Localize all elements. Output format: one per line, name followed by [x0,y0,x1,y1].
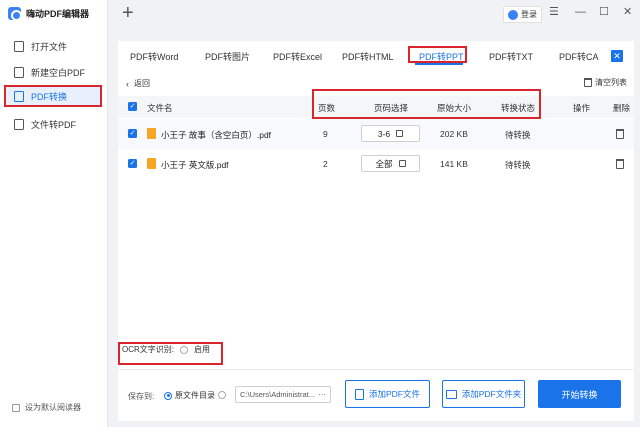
file-size: 202 KB [440,129,468,139]
tab-pdf-to-word[interactable]: PDF转Word [130,50,178,63]
edit-icon [396,130,404,137]
image-file-icon [14,66,24,78]
minimize-icon[interactable]: — [575,6,586,18]
clear-list-button[interactable]: 清空列表 [584,77,627,88]
delete-icon[interactable] [616,129,624,139]
app-title: 嗨动PDF编辑器 [26,9,90,19]
page-range-selector[interactable]: 3-6 [361,125,420,142]
close-icon[interactable]: ✕ [611,50,623,62]
back-button[interactable]: ‹ 返回 [126,78,150,89]
app-logo-icon [8,7,22,21]
add-pdf-folder-button[interactable]: 添加PDF文件夹 [442,380,525,408]
output-bar: 保存到: 原文件目录 C:\Users\Administrat... ··· 添… [118,369,634,421]
ocr-enable-radio[interactable] [180,345,188,354]
start-conversion-label: 开始转换 [561,389,598,400]
save-to-label: 保存到: [128,392,155,401]
sidebar-item-open-file[interactable]: 打开文件 [6,36,102,56]
maximize-icon[interactable]: ☐ [599,6,609,18]
convert-file-icon [14,90,24,102]
menu-icon[interactable]: ☰ [549,6,559,18]
page-range-value: 3-6 [377,128,391,139]
page-count: 9 [323,129,328,139]
add-pdf-folder-label: 添加PDF文件夹 [461,389,522,399]
conversion-status: 待转换 [505,130,531,140]
app-logo: 嗨动PDF编辑器 [8,7,90,21]
column-header-filename: 文件名 [147,103,173,113]
page-range-value: 全部 [375,158,393,169]
pdf-file-icon [147,158,156,169]
default-reader-checkbox[interactable] [12,403,20,412]
folder-open-icon [14,40,24,52]
sidebar: 嗨动PDF编辑器 打开文件 新建空白PDF PDF转换 文件转PDF 设为默认阅… [0,0,108,427]
source-dir-label: 原文件目录 [175,391,215,400]
back-label: 返回 [134,79,150,88]
browse-icon[interactable]: ··· [318,390,326,399]
table-header: ✓ 文件名 页数 页码选择 原始大小 转换状态 操作 删除 [118,96,634,118]
user-icon [508,9,518,20]
clear-list-label: 清空列表 [595,78,627,87]
output-path-value: C:\Users\Administrat... [240,390,316,399]
start-conversion-button[interactable]: 开始转换 [538,380,621,408]
file-name: 小王子 故事（含空白页）.pdf [161,130,272,140]
column-header-original-size: 原始大小 [437,103,472,113]
source-dir-option[interactable]: 原文件目录 [164,390,215,401]
chevron-left-icon: ‹ [126,78,129,89]
column-header-status: 转换状态 [501,103,536,113]
pdf-file-icon [147,128,156,139]
sidebar-item-new-blank-pdf[interactable]: 新建空白PDF [6,62,102,82]
conversion-panel: PDF转Word PDF转图片 PDF转Excel PDF转HTML PDF转P… [118,41,634,421]
file-convert-icon [14,118,24,130]
column-header-actions: 操作 [573,103,591,113]
tab-pdf-to-html[interactable]: PDF转HTML [342,50,394,63]
output-path-field[interactable]: C:\Users\Administrat... ··· [235,386,331,403]
default-reader-option[interactable]: 设为默认阅读器 [12,402,81,413]
row-checkbox[interactable]: ✓ [128,129,137,138]
trash-icon [584,78,592,87]
new-tab-plus-icon[interactable]: + [122,3,134,23]
active-tab-underline [415,63,463,65]
sidebar-item-file-to-pdf[interactable]: 文件转PDF [6,114,102,134]
tab-pdf-to-excel[interactable]: PDF转Excel [273,50,322,63]
title-bar: + 登录 ☰ — ☐ ✕ [108,0,640,30]
edit-icon [398,160,406,167]
sidebar-item-label: 文件转PDF [31,119,77,130]
file-name: 小王子 英文版.pdf [161,160,229,170]
tab-pdf-to-image[interactable]: PDF转图片 [205,50,250,63]
ocr-option: OCR文字识别: 启用 [122,344,210,355]
sidebar-item-label: PDF转换 [31,91,68,102]
source-dir-radio[interactable] [164,391,172,400]
table-row: ✓ 小王子 故事（含空白页）.pdf 9 3-6 202 KB 待转换 [118,119,634,149]
page-range-selector[interactable]: 全部 [361,155,420,172]
file-size: 141 KB [440,159,468,169]
login-button[interactable]: 登录 [503,6,542,23]
ocr-enable-label: 启用 [194,345,210,354]
login-label: 登录 [521,10,537,19]
page-count: 2 [323,159,328,169]
sidebar-item-label: 新建空白PDF [31,67,86,78]
add-pdf-file-button[interactable]: 添加PDF文件 [345,380,430,408]
conversion-tabs: PDF转Word PDF转图片 PDF转Excel PDF转HTML PDF转P… [118,41,634,69]
tab-pdf-to-cad[interactable]: PDF转CAD [559,50,599,63]
window-close-icon[interactable]: ✕ [623,6,632,18]
column-header-page-range: 页码选择 [374,103,409,113]
default-reader-label: 设为默认阅读器 [25,403,81,412]
row-checkbox[interactable]: ✓ [128,159,137,168]
delete-icon[interactable] [616,159,624,169]
custom-dir-radio[interactable] [218,391,226,399]
ocr-label: OCR文字识别: [122,345,174,354]
add-file-icon [354,388,364,400]
table-row: ✓ 小王子 英文版.pdf 2 全部 141 KB 待转换 [118,149,634,179]
folder-icon [445,389,457,399]
tab-pdf-to-txt[interactable]: PDF转TXT [489,50,533,63]
sidebar-item-label: 打开文件 [31,41,68,52]
select-all-checkbox[interactable]: ✓ [128,102,137,111]
tab-pdf-to-ppt[interactable]: PDF转PPT [419,50,464,63]
column-header-delete: 删除 [613,103,631,113]
conversion-status: 待转换 [505,160,531,170]
column-header-pages: 页数 [318,103,336,113]
add-pdf-file-label: 添加PDF文件 [368,389,420,399]
sidebar-item-pdf-convert[interactable]: PDF转换 [6,86,102,106]
